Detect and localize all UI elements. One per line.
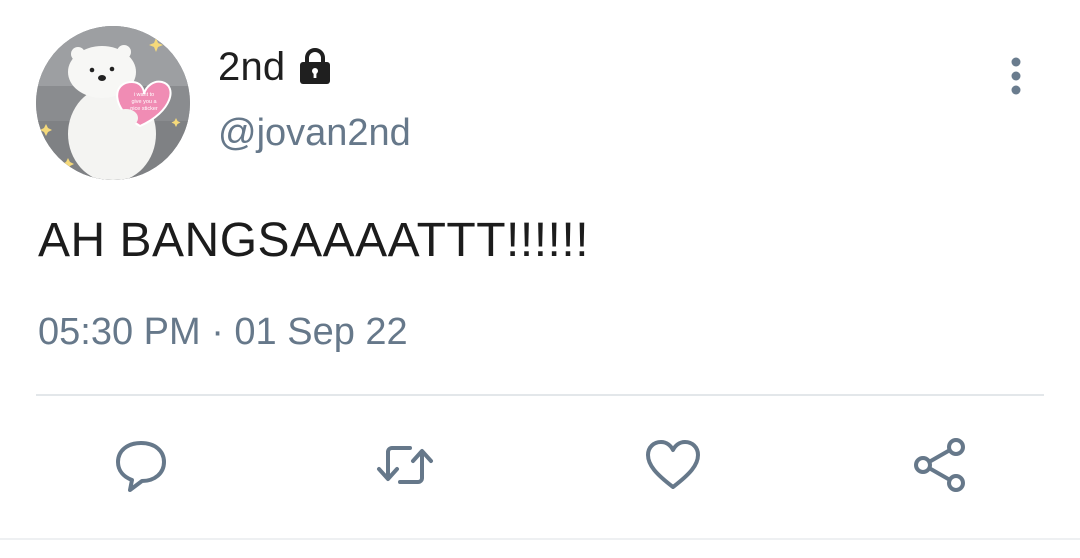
retweet-button[interactable] (374, 434, 436, 496)
display-name-row[interactable]: 2nd (218, 43, 337, 91)
share-button[interactable] (908, 434, 970, 496)
display-name: 2nd (218, 45, 286, 89)
more-options-icon[interactable] (1003, 54, 1029, 98)
svg-text:give you a: give you a (131, 99, 157, 105)
like-button[interactable] (642, 434, 704, 496)
reply-button[interactable] (110, 434, 172, 496)
speech-bubble-icon (116, 441, 166, 492)
tweet-timestamp: 05:30 PM · 01 Sep 22 (38, 311, 408, 353)
svg-text:i want to: i want to (134, 92, 154, 98)
lock-icon (300, 48, 331, 84)
retweet-icon (377, 446, 433, 484)
tweet-text: AH BANGSAAAATTT!!!!!! (38, 214, 590, 267)
heart-icon (646, 440, 700, 489)
user-avatar[interactable]: i want to give you a nice sticker (36, 26, 190, 180)
share-icon (914, 438, 965, 492)
bottom-divider (0, 538, 1080, 540)
polar-bear-avatar-icon: i want to give you a nice sticker (36, 26, 190, 180)
divider (36, 394, 1044, 396)
svg-text:nice sticker: nice sticker (130, 106, 158, 112)
tweet-card: i want to give you a nice sticker 2nd @j… (0, 0, 1080, 558)
user-handle[interactable]: @jovan2nd (218, 110, 411, 156)
